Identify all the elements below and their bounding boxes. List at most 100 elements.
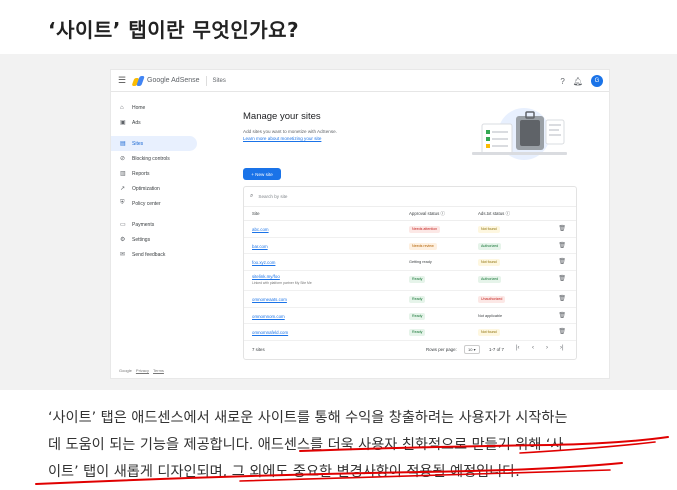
sidebar-item-settings[interactable]: ⚙ Settings bbox=[111, 232, 197, 247]
approval-status-badge: Ready bbox=[409, 312, 426, 320]
footer-link-terms[interactable]: Terms bbox=[153, 368, 164, 373]
breadcrumb: Sites bbox=[212, 77, 226, 84]
adsense-topbar: ☰ Google AdSense Sites ? 🔔︎ G bbox=[111, 70, 609, 92]
menu-icon[interactable]: ☰ bbox=[111, 75, 133, 86]
delete-icon[interactable]: 🗑︎ bbox=[558, 225, 566, 232]
site-link[interactable]: bar.com bbox=[252, 244, 268, 249]
adsense-logo-icon bbox=[133, 76, 143, 86]
main-content: Manage your sites Add sites you want to … bbox=[241, 92, 591, 378]
sites-illustration bbox=[472, 108, 567, 160]
home-icon: ⌂ bbox=[120, 104, 124, 111]
ads-icon: ▣ bbox=[120, 120, 126, 126]
search-icon: ⌕ bbox=[250, 193, 254, 199]
sidebar-item-label: Home bbox=[132, 104, 146, 111]
site-link[interactable]: sitelink.my/foo bbox=[252, 274, 280, 279]
optimization-icon: ↗ bbox=[120, 186, 126, 192]
last-page-icon[interactable]: ›| bbox=[560, 345, 564, 351]
site-subtitle: Linked with platform partner My Site Me bbox=[252, 280, 312, 285]
column-site: Site bbox=[252, 211, 260, 216]
sidebar-item-optimization[interactable]: ↗ Optimization bbox=[111, 181, 197, 196]
table-footer: 7 sites Rows per page: 10 ▾ 1-7 of 7 |‹ … bbox=[244, 341, 576, 359]
sidebar-item-label: Policy center bbox=[132, 200, 161, 207]
avatar[interactable]: G bbox=[591, 75, 603, 87]
sites-icon: ▤ bbox=[120, 141, 126, 147]
sidebar-item-label: Reports bbox=[132, 170, 150, 177]
table-header: Site Approval status ⓘ Ads.txt status ⓘ bbox=[244, 207, 576, 221]
sites-table: ⌕ Search by site Site Approval status ⓘ … bbox=[243, 186, 577, 360]
approval-status-badge: Needs attention bbox=[409, 226, 441, 233]
table-row[interactable]: omnomnafeld.com Ready Not found 🗑︎ bbox=[244, 324, 576, 342]
first-page-icon[interactable]: |‹ bbox=[516, 345, 520, 351]
article-title: ‘사이트’ 탭이란 무엇인가요? bbox=[48, 18, 300, 42]
sidebar-item-send-feedback[interactable]: ✉ Send feedback bbox=[111, 247, 197, 262]
table-row[interactable]: omnomeaats.com Ready Unauthorized 🗑︎ bbox=[244, 291, 576, 308]
sidebar-item-label: Optimization bbox=[132, 185, 160, 192]
table-row[interactable]: omnomnom.com Ready Not applicable 🗑︎ bbox=[244, 308, 576, 325]
approval-status-badge: Needs review bbox=[409, 242, 437, 250]
sidebar-item-reports[interactable]: ▥ Reports bbox=[111, 166, 197, 181]
blocking-controls-icon: ⊘ bbox=[120, 156, 126, 162]
learn-more-link[interactable]: Learn more about monetizing your site bbox=[243, 136, 321, 141]
approval-status-badge: Getting ready bbox=[409, 260, 432, 265]
sidebar-item-label: Settings bbox=[132, 236, 151, 243]
sidebar-item-label: Send feedback bbox=[132, 251, 166, 258]
help-icon[interactable]: ? bbox=[560, 77, 564, 86]
sidebar-footer: Google Privacy Terms bbox=[119, 368, 164, 373]
footer-link-google[interactable]: Google bbox=[119, 368, 132, 373]
sidebar: ⌂ Home ▣ Ads ▤ Sites ⊘ Blocking controls ▥ Report… bbox=[111, 92, 203, 378]
table-row[interactable]: bar.com Needs review Authorized 🗑︎ bbox=[244, 238, 576, 255]
prev-page-icon[interactable]: ‹ bbox=[532, 345, 534, 351]
adstxt-status-badge: Not found bbox=[478, 329, 500, 337]
sidebar-item-label: Payments bbox=[132, 221, 155, 228]
delete-icon[interactable]: 🗑︎ bbox=[558, 312, 566, 319]
table-row[interactable]: abc.com Needs attention Not found 🗑︎ bbox=[244, 221, 576, 238]
reports-icon: ▥ bbox=[120, 171, 126, 177]
adstxt-status-badge: Not found bbox=[478, 259, 500, 267]
site-link[interactable]: omnomnom.com bbox=[252, 314, 285, 319]
site-link[interactable]: omnomeaats.com bbox=[252, 297, 287, 302]
page-description: Add sites you want to monetize with AdSe… bbox=[243, 129, 337, 134]
approval-status-badge: Ready bbox=[409, 329, 426, 337]
sidebar-item-blocking-controls[interactable]: ⊘ Blocking controls bbox=[111, 151, 197, 166]
sidebar-item-home[interactable]: ⌂ Home bbox=[111, 100, 197, 115]
site-count: 7 sites bbox=[252, 347, 265, 352]
sidebar-item-ads[interactable]: ▣ Ads bbox=[111, 115, 197, 130]
sidebar-item-payments[interactable]: ▭ Payments bbox=[111, 217, 197, 232]
footer-link-privacy[interactable]: Privacy bbox=[136, 368, 149, 373]
bell-icon[interactable]: 🔔︎ bbox=[573, 77, 583, 86]
new-site-button[interactable]: + New site bbox=[243, 168, 281, 180]
delete-icon[interactable]: 🗑︎ bbox=[558, 295, 566, 302]
site-link[interactable]: omnomnafeld.com bbox=[252, 330, 288, 335]
divider bbox=[205, 75, 207, 86]
next-page-icon[interactable]: › bbox=[546, 345, 548, 351]
sidebar-item-sites[interactable]: ▤ Sites bbox=[111, 136, 197, 151]
article-body: ‘사이트’ 탭은 애드센스에서 새로운 사이트를 통해 수익을 창출하려는 사용… bbox=[48, 405, 677, 486]
sidebar-item-label: Sites bbox=[132, 140, 144, 147]
body-line-3: 이트’ 탭이 새롭게 디자인되며, 그 외에도 중요한 변경사항이 적용될 예정… bbox=[48, 464, 520, 480]
sidebar-item-label: Blocking controls bbox=[132, 155, 170, 162]
delete-icon[interactable]: 🗑︎ bbox=[558, 258, 566, 265]
table-row[interactable]: foo.xyz.com Getting ready Not found 🗑︎ bbox=[244, 254, 576, 272]
adsense-screenshot: ☰ Google AdSense Sites ? 🔔︎ G ⌂ Home ▣ Ads ▤… bbox=[110, 69, 610, 379]
table-row[interactable]: sitelink.my/foo Linked with platform part… bbox=[244, 271, 576, 292]
delete-icon[interactable]: 🗑︎ bbox=[558, 242, 566, 249]
approval-status-badge: Ready bbox=[409, 276, 426, 284]
send-feedback-icon: ✉ bbox=[120, 252, 126, 258]
sidebar-item-label: Ads bbox=[132, 119, 141, 126]
policy-center-icon: ⛨ bbox=[120, 200, 125, 206]
rows-per-page-select[interactable]: 10 ▾ bbox=[464, 345, 480, 354]
page-range: 1-7 of 7 bbox=[489, 347, 504, 352]
rows-per-page-label: Rows per page: bbox=[426, 347, 457, 352]
adstxt-status-badge: Not applicable bbox=[478, 313, 503, 318]
site-link[interactable]: foo.xyz.com bbox=[252, 260, 275, 265]
column-approval-status: Approval status ⓘ bbox=[409, 211, 445, 216]
delete-icon[interactable]: 🗑︎ bbox=[558, 328, 566, 335]
site-link[interactable]: abc.com bbox=[252, 227, 269, 232]
site-search-input[interactable]: ⌕ Search by site bbox=[244, 187, 576, 207]
sidebar-item-policy-center[interactable]: ⛨ Policy center bbox=[111, 196, 197, 211]
adstxt-status-badge: Unauthorized bbox=[478, 296, 506, 304]
delete-icon[interactable]: 🗑︎ bbox=[558, 275, 566, 282]
column-adstxt-status: Ads.txt status ⓘ bbox=[478, 211, 510, 216]
page-title: Manage your sites bbox=[243, 111, 321, 122]
adstxt-status-badge: Authorized bbox=[478, 276, 502, 284]
